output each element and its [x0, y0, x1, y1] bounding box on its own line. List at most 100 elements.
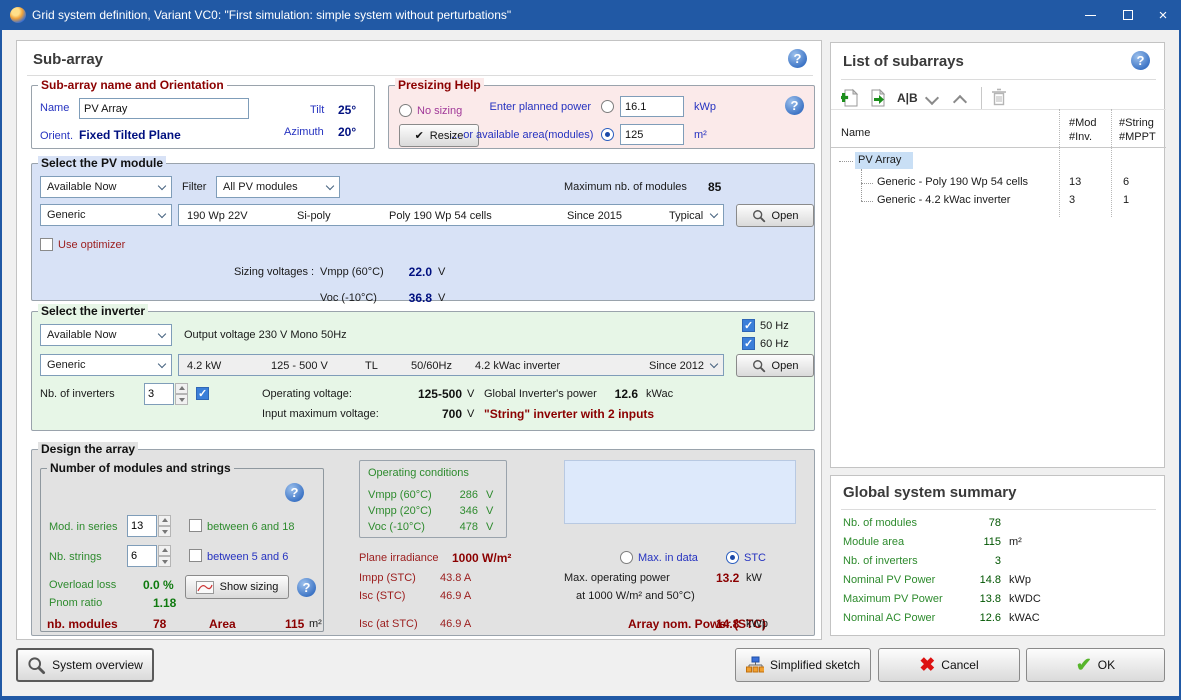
summary-value-area: 115 [983, 536, 1001, 548]
overload-loss-label: Overload loss [49, 579, 117, 591]
subarrays-list-help-icon[interactable]: ? [1131, 51, 1150, 70]
ok-button[interactable]: ✔ OK [1026, 648, 1165, 682]
name-label: Name [40, 102, 70, 114]
module-filter-dropdown[interactable]: All PV modules [216, 176, 340, 198]
chevron-down-icon [157, 209, 167, 219]
module-open-button[interactable]: Open [736, 204, 814, 227]
inverter-freq: 50/60Hz [411, 360, 452, 372]
maximize-button[interactable] [1110, 0, 1146, 30]
no-sizing-radio[interactable] [399, 104, 412, 117]
subarray-card-title: Sub-array [33, 51, 104, 68]
delete-subarray-button[interactable] [991, 87, 1007, 109]
resize-check-icon: ✔ [414, 130, 424, 142]
move-down-button[interactable] [924, 90, 940, 106]
nb-strings-range-checkbox[interactable] [189, 549, 202, 562]
simplified-sketch-button[interactable]: Simplified sketch [735, 648, 871, 682]
azimuth-value: 20° [338, 125, 357, 139]
subarray-row-name[interactable]: PV Array [858, 154, 901, 166]
operating-voltage-unit: V [467, 388, 475, 400]
window-title: Grid system definition, Variant VC0: "Fi… [32, 8, 512, 22]
minimize-button[interactable] [1072, 0, 1108, 30]
module-filter-value: All PV modules [223, 181, 298, 193]
stepper-down-icon[interactable] [158, 526, 171, 537]
module-power: 190 Wp 22V [187, 210, 248, 222]
stepper-down-icon[interactable] [158, 556, 171, 567]
mod-series-label: Mod. in series [49, 521, 118, 533]
voc-cond-value: 478 [459, 521, 478, 533]
freq-60hz-checkbox[interactable] [742, 337, 755, 350]
inverter-row-name[interactable]: Generic - 4.2 kWac inverter [877, 194, 1010, 206]
summary-unit-nominal-pv: kWp [1009, 574, 1031, 586]
summary-value-nominal-pv: 14.8 [979, 574, 1001, 586]
inverter-manufacturer-dropdown[interactable]: Generic [40, 354, 172, 376]
modules-strings-help-icon[interactable]: ? [285, 483, 304, 502]
nb-inverters-auto-checkbox[interactable] [196, 387, 209, 400]
isc-at-stc-label: Isc (at STC) [359, 618, 418, 630]
max-power-conditions: at 1000 W/m² and 50°C) [576, 590, 695, 602]
operating-conditions-box: Operating conditions Vmpp (60°C) 286 V V… [359, 460, 507, 538]
available-area-radio[interactable] [601, 128, 614, 141]
subarray-name-input[interactable] [79, 98, 249, 119]
system-overview-button[interactable]: System overview [16, 648, 154, 682]
rename-subarray-button[interactable]: A|B [897, 91, 918, 105]
close-button[interactable]: × [1145, 0, 1179, 30]
chevron-down-icon [325, 181, 335, 191]
impp-label: Impp (STC) [359, 572, 416, 584]
module-availability-dropdown[interactable]: Available Now [40, 176, 172, 198]
show-sizing-button[interactable]: Show sizing [185, 575, 289, 599]
cancel-button[interactable]: ✖ Cancel [878, 648, 1020, 682]
nb-inverters-stepper[interactable] [144, 383, 188, 405]
summary-value-max-pv: 13.8 [979, 593, 1001, 605]
vmpp60-cond-label: Vmpp (60°C) [368, 489, 432, 501]
inverter-open-button[interactable]: Open [736, 354, 814, 377]
nb-strings-stepper[interactable] [127, 545, 171, 567]
export-subarray-button[interactable] [869, 87, 888, 110]
mod-series-range-checkbox[interactable] [189, 519, 202, 532]
export-subarray-icon [871, 88, 886, 107]
tilt-label: Tilt [310, 104, 325, 116]
max-in-data-radio[interactable] [620, 551, 633, 564]
use-optimizer-checkbox[interactable] [40, 238, 53, 251]
stepper-up-icon[interactable] [158, 545, 171, 556]
nb-inverters-input[interactable] [144, 383, 174, 405]
input-max-voltage-label: Input maximum voltage: [262, 408, 379, 420]
inverter-availability-dropdown[interactable]: Available Now [40, 324, 172, 346]
voc-value: 36.8 [408, 291, 432, 305]
subarray-help-icon[interactable]: ? [788, 49, 807, 68]
stepper-up-icon[interactable] [158, 515, 171, 526]
module-manufacturer-value: Generic [47, 209, 86, 221]
presizing-help-icon[interactable]: ? [785, 96, 804, 115]
stepper-down-icon[interactable] [175, 394, 188, 405]
inverter-name: 4.2 kWac inverter [475, 360, 561, 372]
app-logo-icon [10, 7, 26, 23]
pnom-ratio-value: 1.18 [153, 596, 177, 610]
inverter-manufacturer-value: Generic [47, 359, 86, 371]
array-nominal-power-unit: kWp [746, 618, 768, 630]
move-up-button[interactable] [952, 94, 968, 110]
module-row-name[interactable]: Generic - Poly 190 Wp 54 cells [877, 176, 1028, 188]
operating-voltage-label: Operating voltage: [262, 388, 352, 400]
nb-strings-input[interactable] [127, 545, 157, 567]
azimuth-label: Azimuth [284, 126, 324, 138]
mod-series-stepper[interactable] [127, 515, 171, 537]
module-name: Poly 190 Wp 54 cells [389, 210, 492, 222]
chevron-down-icon [157, 359, 167, 369]
inverter-select-dropdown[interactable]: 4.2 kW 125 - 500 V TL 50/60Hz 4.2 kWac i… [178, 354, 724, 376]
subarrays-list-panel: List of subarrays ? A|B Name #Mod #Inv. … [830, 42, 1166, 468]
mod-series-input[interactable] [127, 515, 157, 537]
freq-50hz-checkbox[interactable] [742, 319, 755, 332]
stepper-up-icon[interactable] [175, 383, 188, 394]
available-area-input[interactable] [620, 124, 684, 145]
add-subarray-button[interactable] [839, 87, 860, 110]
inverter-row-mod: 3 [1069, 194, 1076, 206]
summary-value-nominal-ac: 12.6 [979, 612, 1001, 624]
planned-power-radio[interactable] [601, 100, 614, 113]
show-sizing-help-icon[interactable]: ? [297, 578, 316, 597]
planned-power-input[interactable] [620, 96, 684, 117]
stc-radio[interactable] [726, 551, 739, 564]
module-manufacturer-dropdown[interactable]: Generic [40, 204, 172, 226]
module-select-dropdown[interactable]: 190 Wp 22V Si-poly Poly 190 Wp 54 cells … [178, 204, 724, 226]
vmpp60-unit: V [438, 266, 446, 278]
overload-loss-value: 0.0 % [143, 578, 174, 592]
max-modules-value: 85 [708, 180, 722, 194]
